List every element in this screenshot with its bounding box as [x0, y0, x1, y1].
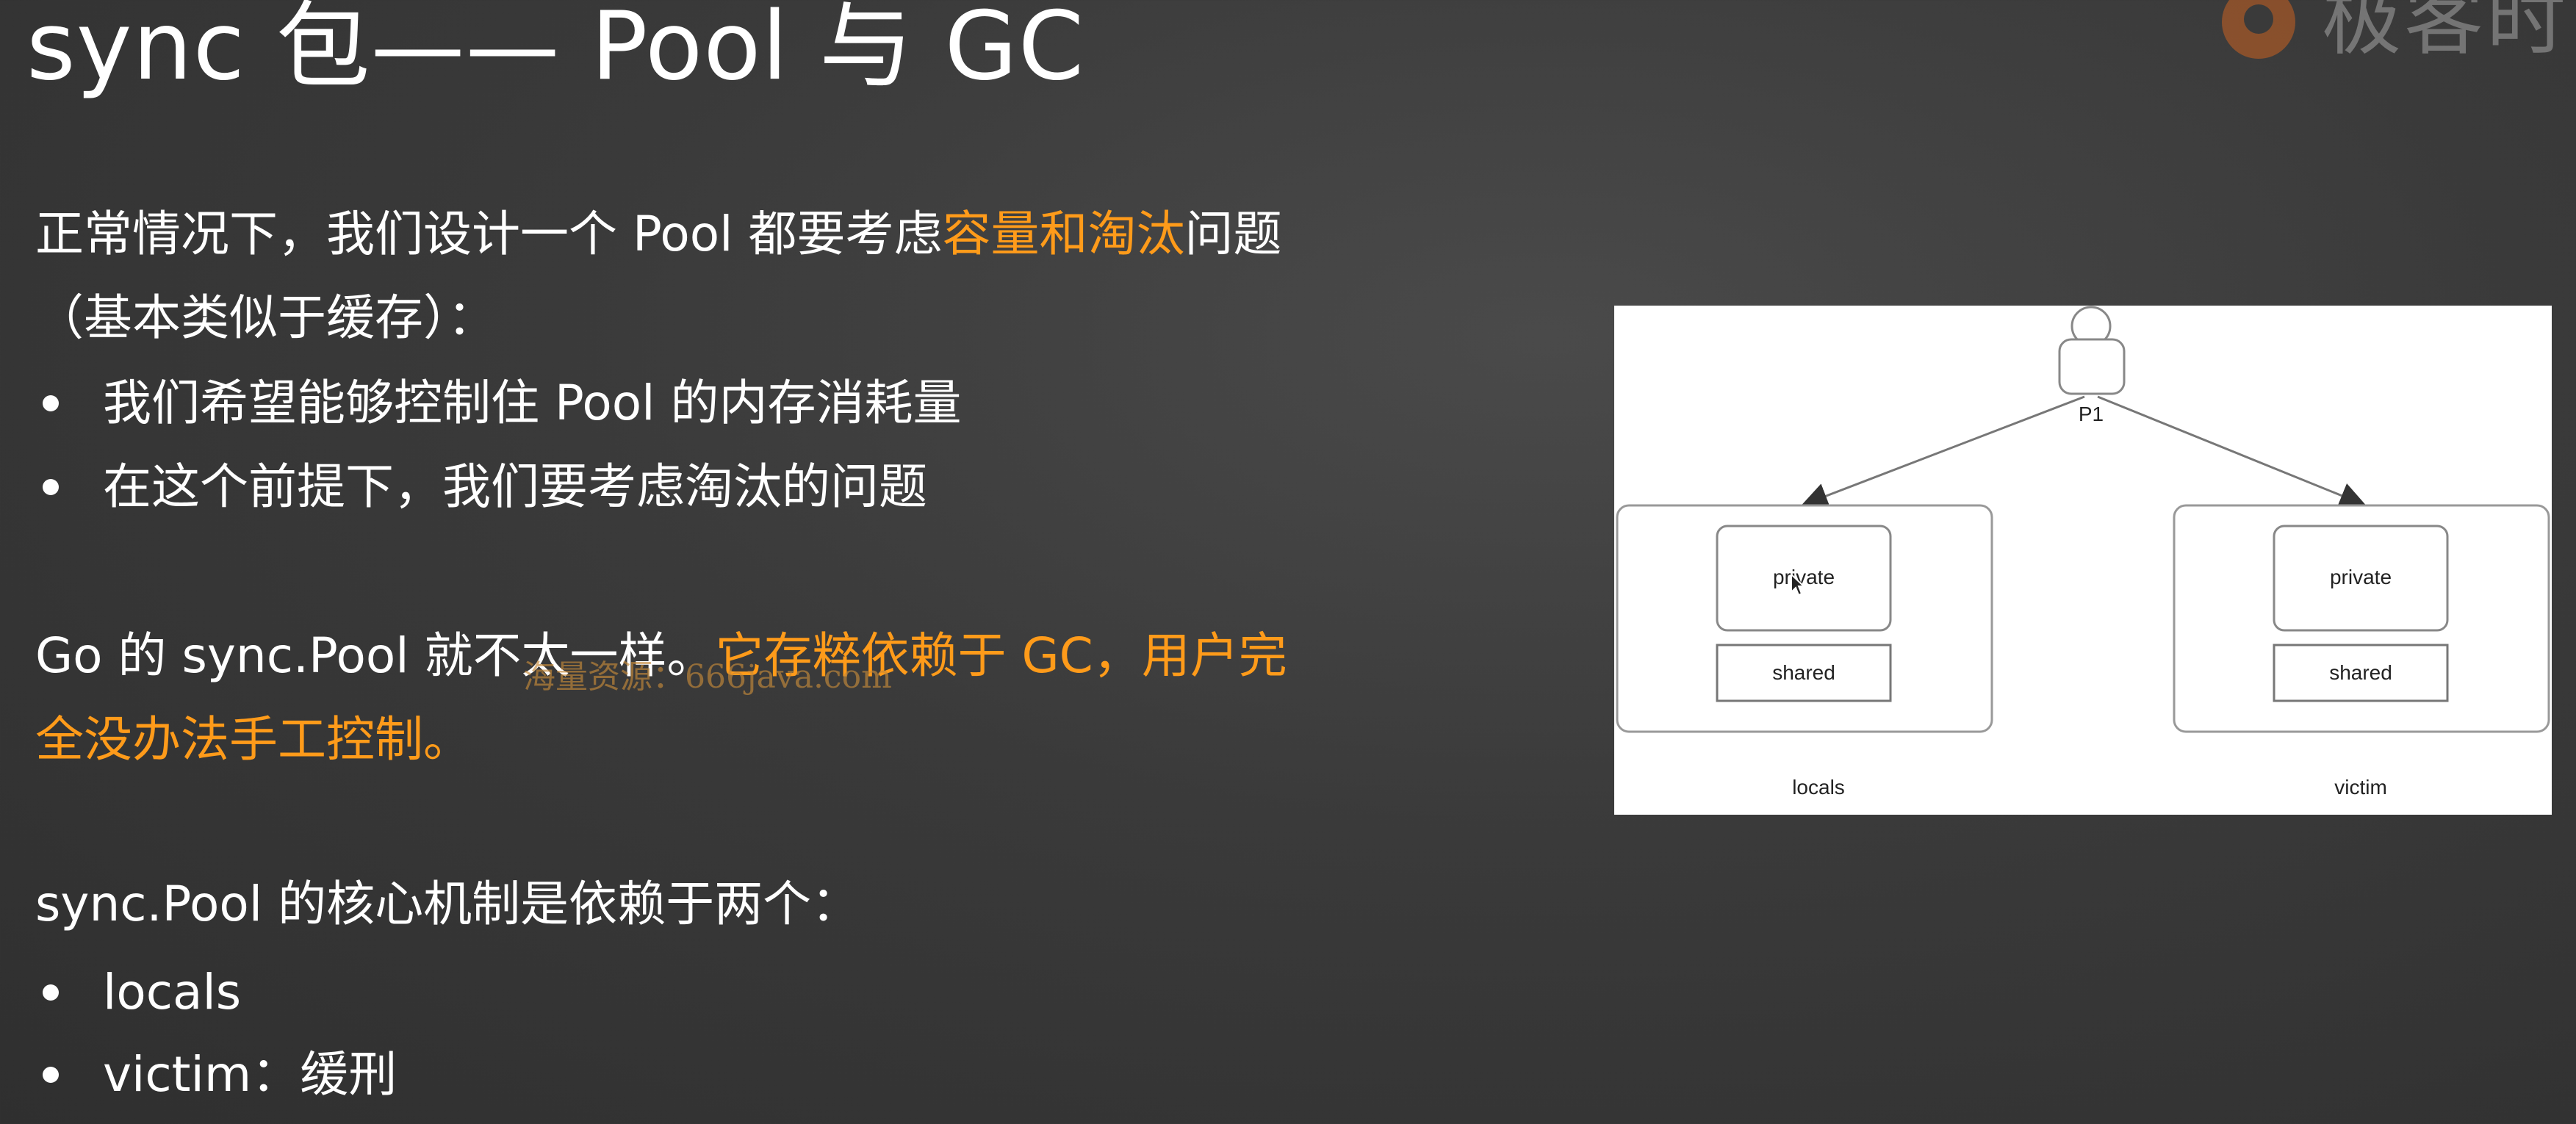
- victim-shared-label: shared: [2329, 661, 2392, 684]
- intro-line-1: 正常情况下，我们设计一个 Pool 都要考虑容量和淘汰问题: [35, 201, 1282, 267]
- bullet-icon: [43, 1067, 59, 1083]
- intro-text-end: 问题: [1184, 206, 1282, 262]
- intro-text: 正常情况下，我们设计一个 Pool 都要考虑: [35, 206, 943, 262]
- mechanism-heading: sync.Pool 的核心机制是依赖于两个：: [35, 876, 860, 932]
- logo-icon: [2222, 0, 2295, 59]
- mechanism-bullet-1: locals: [103, 964, 242, 1020]
- mechanism-bullet-2: victim：缓刑: [103, 1046, 397, 1103]
- pool-diagram: P1 private shared locals private shared …: [1614, 306, 2552, 815]
- locals-caption: locals: [1792, 776, 1845, 799]
- actor-label: P1: [2078, 403, 2104, 425]
- bullet-icon: [43, 395, 59, 411]
- watermark: 海量资源：666java.com: [523, 658, 892, 696]
- intro-bullet-2: 在这个前提下，我们要考虑淘汰的问题: [103, 458, 927, 515]
- slide-title: sync 包—— Pool 与 GC: [26, 0, 1085, 101]
- diagram-graphics: [1616, 306, 2550, 733]
- arrow-to-locals: [1801, 395, 2085, 509]
- bullet-icon: [43, 479, 59, 495]
- intro-line-2: （基本类似于缓存）：: [35, 289, 496, 346]
- victim-private-label: private: [2329, 566, 2392, 588]
- locals-shared-label: shared: [1772, 661, 1835, 684]
- gc-note-line-2: 全没办法手工控制。: [35, 711, 472, 768]
- victim-caption: victim: [2334, 776, 2387, 799]
- intro-bullet-1: 我们希望能够控制住 Pool 的内存消耗量: [103, 375, 962, 431]
- arrow-to-victim: [2097, 395, 2367, 508]
- intro-highlight: 容量和淘汰: [942, 206, 1185, 262]
- logo-text: 极客时: [2322, 0, 2569, 66]
- brand-logo: 极客时: [2212, 0, 2576, 73]
- actor-icon: [2058, 306, 2126, 395]
- mouse-cursor-icon: [1791, 573, 1805, 597]
- bullet-icon: [43, 984, 59, 1001]
